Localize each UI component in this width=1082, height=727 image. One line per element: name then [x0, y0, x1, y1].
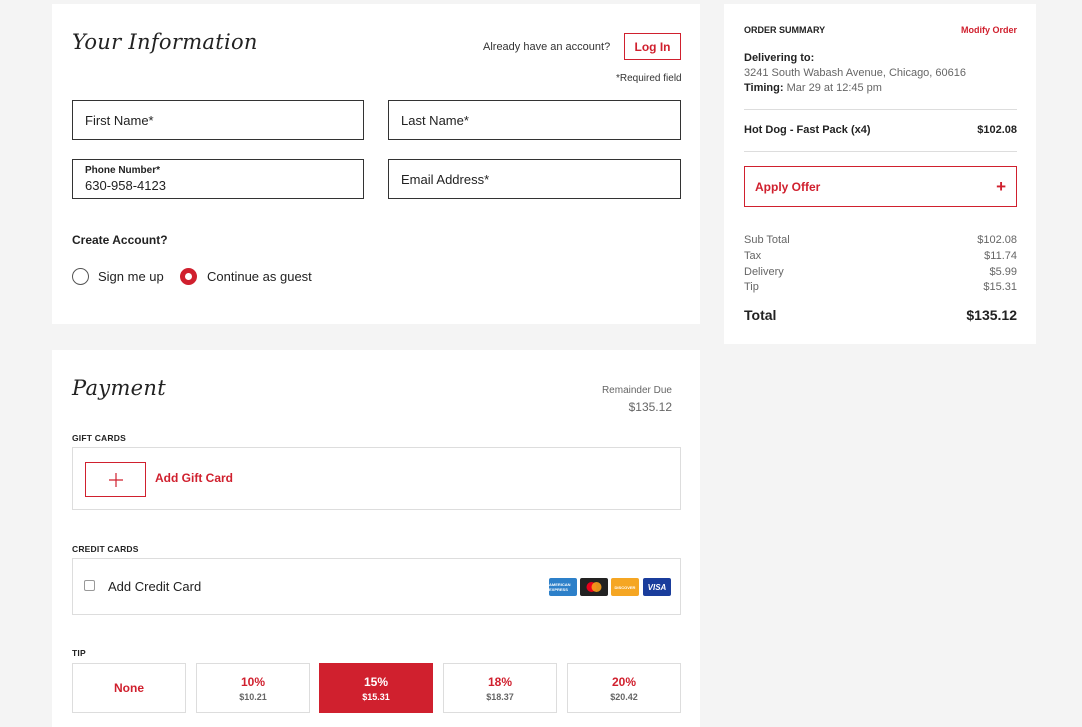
radio-label[interactable]: Continue as guest	[207, 269, 312, 284]
add-gift-card-plus-button[interactable]	[85, 462, 146, 497]
mastercard-icon	[580, 578, 608, 596]
apply-offer-button[interactable]: Apply Offer +	[744, 166, 1017, 207]
credit-card-box: Add Credit Card AMERICAN EXPRESS DISCOVE…	[72, 558, 681, 615]
tip-amount: $15.31	[362, 691, 390, 702]
line-value: $5.99	[989, 266, 1017, 278]
gift-cards-label: GIFT CARDS	[72, 433, 126, 443]
amex-icon: AMERICAN EXPRESS	[549, 578, 577, 596]
tax-row: Tax $11.74	[744, 250, 1017, 262]
tip-row: Tip $15.31	[744, 281, 1017, 293]
log-in-button[interactable]: Log In	[624, 33, 681, 60]
tip-amount: $10.21	[239, 691, 267, 702]
tip-option-10[interactable]: 10% $10.21	[196, 663, 310, 713]
create-account-heading: Create Account?	[72, 233, 168, 247]
tip-percent: None	[114, 681, 144, 695]
your-information-title: Your Information	[72, 30, 258, 54]
first-name-field[interactable]: First Name*	[72, 100, 364, 140]
last-name-field[interactable]: Last Name*	[388, 100, 681, 140]
gift-card-box: Add Gift Card	[72, 447, 681, 510]
radio-label[interactable]: Sign me up	[98, 269, 164, 284]
last-name-placeholder: Last Name*	[401, 113, 469, 128]
phone-number-value: 630-958-4123	[85, 178, 166, 193]
tip-option-20[interactable]: 20% $20.42	[567, 663, 681, 713]
line-label: Tip	[744, 281, 759, 293]
subtotal-row: Sub Total $102.08	[744, 234, 1017, 246]
tip-percent: 15%	[363, 674, 389, 689]
discover-icon: DISCOVER	[611, 578, 639, 596]
total-label: Total	[744, 307, 777, 323]
delivery-address: 3241 South Wabash Avenue, Chicago, 60616	[744, 67, 967, 79]
timing-label: Timing:	[744, 82, 784, 94]
tip-percent: 18%	[487, 674, 513, 689]
delivery-row: Delivery $5.99	[744, 266, 1017, 278]
have-account-text: Already have an account?	[483, 41, 611, 53]
divider	[744, 109, 1017, 110]
remainder-due-label: Remainder Due	[601, 385, 672, 396]
first-name-placeholder: First Name*	[85, 113, 154, 128]
tip-option-18[interactable]: 18% $18.37	[443, 663, 557, 713]
credit-cards-label: CREDIT CARDS	[72, 544, 139, 554]
delivering-to-label: Delivering to:	[744, 52, 815, 64]
item-name: Hot Dog - Fast Pack (x4)	[744, 124, 871, 136]
divider	[744, 151, 1017, 152]
plus-icon: +	[996, 176, 1006, 196]
timing-value: Mar 29 at 12:45 pm	[786, 82, 882, 94]
modify-order-link[interactable]: Modify Order	[961, 25, 1017, 35]
radio-circle[interactable]	[180, 268, 197, 285]
email-address-placeholder: Email Address*	[401, 172, 490, 187]
line-value: $102.08	[977, 234, 1017, 246]
line-label: Tax	[744, 250, 762, 262]
add-gift-card-link[interactable]: Add Gift Card	[155, 471, 233, 485]
order-summary-card: ORDER SUMMARY Modify Order Delivering to…	[724, 4, 1036, 344]
line-value: $15.31	[983, 281, 1017, 293]
line-label: Sub Total	[744, 234, 790, 246]
order-summary-title: ORDER SUMMARY	[744, 25, 826, 35]
apply-offer-label: Apply Offer	[755, 179, 821, 194]
tip-amount: $18.37	[486, 691, 514, 702]
email-address-field[interactable]: Email Address*	[388, 159, 681, 199]
radio-circle[interactable]	[72, 268, 89, 285]
add-credit-card-label[interactable]: Add Credit Card	[108, 579, 201, 594]
tip-label: TIP	[72, 648, 86, 658]
tip-option-none[interactable]: None	[72, 663, 186, 713]
remainder-due-value: $135.12	[628, 400, 672, 414]
tip-percent: 20%	[611, 674, 637, 689]
add-credit-card-checkbox[interactable]	[84, 580, 95, 591]
payment-title: Payment	[72, 376, 166, 400]
timing-row: Timing: Mar 29 at 12:45 pm	[744, 82, 882, 94]
payment-card: Payment Remainder Due $135.12 GIFT CARDS…	[52, 350, 700, 727]
visa-icon: VISA	[643, 578, 671, 596]
phone-number-field[interactable]: Phone Number* 630-958-4123	[72, 159, 364, 199]
line-value: $11.74	[984, 250, 1017, 262]
line-label: Delivery	[744, 266, 784, 278]
your-information-card: Your Information Already have an account…	[52, 4, 700, 324]
tip-option-15[interactable]: 15% $15.31	[319, 663, 433, 713]
item-price: $102.08	[977, 124, 1017, 136]
tip-amount: $20.42	[610, 691, 638, 702]
plus-icon	[108, 472, 123, 487]
total-value: $135.12	[966, 307, 1017, 323]
required-field-note: *Required field	[616, 73, 682, 84]
phone-number-label: Phone Number*	[85, 165, 161, 176]
tip-percent: 10%	[240, 674, 266, 689]
